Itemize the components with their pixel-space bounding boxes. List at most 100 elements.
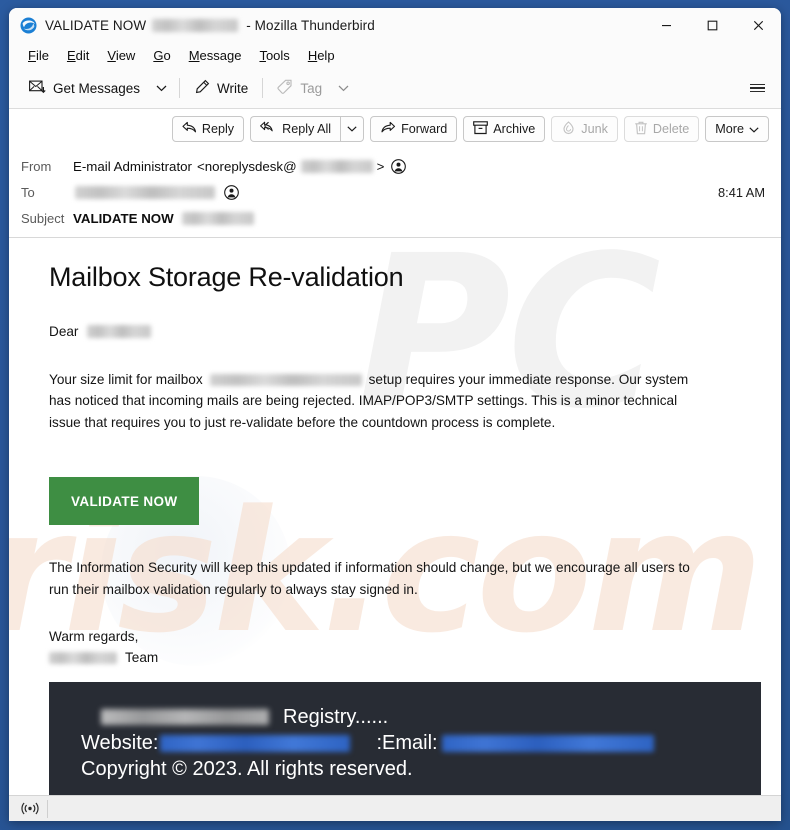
from-address-open: <noreplysdesk@ bbox=[196, 158, 297, 174]
title-bar: VALIDATE NOW - Mozilla Thunderbird bbox=[9, 8, 781, 44]
subject-redaction bbox=[181, 211, 254, 225]
maximize-button[interactable] bbox=[689, 8, 735, 44]
menu-edit-rest: dit bbox=[75, 48, 90, 63]
reply-label: Reply bbox=[201, 122, 235, 136]
tag-dropdown[interactable] bbox=[331, 80, 356, 97]
signoff-team-redaction bbox=[49, 651, 117, 664]
forward-icon bbox=[380, 121, 396, 137]
message-body: PC risk.com Mailbox Storage Re-validatio… bbox=[9, 238, 781, 795]
reply-button[interactable]: Reply bbox=[171, 116, 245, 142]
reply-all-button[interactable]: Reply All bbox=[250, 116, 341, 142]
menu-message-accesskey: M bbox=[188, 48, 200, 63]
main-toolbar: Get Messages Write Tag bbox=[9, 68, 781, 109]
menu-help-accesskey: H bbox=[307, 48, 318, 63]
footer-contact-line: Website: :Email: bbox=[81, 730, 761, 756]
from-label: From bbox=[21, 158, 52, 174]
menu-help-rest: elp bbox=[317, 48, 335, 63]
paragraph-1-mailbox-redaction bbox=[209, 373, 362, 386]
thunderbird-window: VALIDATE NOW - Mozilla Thunderbird File … bbox=[9, 8, 781, 821]
menu-go-rest: o bbox=[163, 48, 171, 63]
menu-edit[interactable]: Edit bbox=[58, 46, 98, 66]
from-value[interactable]: E-mail Administrator <noreplysdesk@ > bbox=[73, 158, 407, 174]
menu-view[interactable]: View bbox=[98, 46, 144, 66]
footer-copyright-text: Copyright © 2023. All rights reserved. bbox=[81, 758, 413, 780]
tag-label: Tag bbox=[300, 80, 323, 96]
greeting-label: Dear bbox=[49, 324, 79, 339]
menu-file[interactable]: File bbox=[19, 46, 58, 66]
paragraph-1-before: Your size limit for mailbox bbox=[49, 371, 203, 387]
footer-email-label: :Email: bbox=[376, 732, 438, 754]
subject-label: Subject bbox=[21, 210, 65, 226]
broadcast-icon[interactable] bbox=[17, 799, 43, 819]
signoff-team-suffix: Team bbox=[125, 650, 159, 665]
menu-help[interactable]: Help bbox=[299, 46, 344, 66]
status-separator bbox=[47, 799, 48, 818]
window-controls bbox=[643, 8, 781, 44]
menu-tools[interactable]: Tools bbox=[250, 46, 298, 66]
header-row-subject: Subject VALIDATE NOW bbox=[21, 205, 769, 231]
footer-website-link-redaction[interactable] bbox=[160, 734, 351, 752]
footer-registry-line: Registry...... bbox=[81, 704, 761, 730]
greeting-name-redaction bbox=[87, 325, 152, 339]
menu-file-accesskey: F bbox=[28, 48, 36, 63]
paragraph-1: Your size limit for mailbox setup require… bbox=[49, 369, 709, 434]
window-title-redaction bbox=[152, 19, 239, 32]
footer-org-redaction bbox=[101, 709, 269, 725]
from-domain-redaction bbox=[300, 159, 373, 173]
to-value[interactable] bbox=[73, 184, 239, 200]
get-messages-label: Get Messages bbox=[53, 80, 141, 96]
chevron-down-icon bbox=[749, 122, 759, 136]
add-contact-icon[interactable] bbox=[391, 158, 407, 174]
message-content: Mailbox Storage Re-validation Dear Your … bbox=[9, 238, 781, 795]
reply-all-group: Reply All bbox=[250, 116, 365, 142]
junk-button[interactable]: Junk bbox=[551, 116, 618, 142]
to-contact-icon[interactable] bbox=[224, 184, 239, 200]
footer-website-label: Website: bbox=[81, 732, 159, 754]
menu-message-rest: essage bbox=[199, 48, 242, 63]
menu-bar: File Edit View Go Message Tools Help bbox=[9, 44, 781, 68]
write-button[interactable]: Write bbox=[185, 74, 257, 103]
menu-go[interactable]: Go bbox=[144, 46, 179, 66]
footer-email-link-redaction[interactable] bbox=[441, 734, 654, 752]
menu-edit-accesskey: E bbox=[66, 48, 76, 63]
header-row-to: To 8:41 AM bbox=[21, 179, 769, 205]
thunderbird-icon bbox=[20, 17, 37, 34]
desktop-background: VALIDATE NOW - Mozilla Thunderbird File … bbox=[0, 0, 790, 830]
window-title-suffix: - Mozilla Thunderbird bbox=[246, 18, 375, 33]
get-messages-dropdown[interactable] bbox=[149, 80, 174, 97]
menu-message[interactable]: Message bbox=[180, 46, 251, 66]
reply-all-dropdown[interactable] bbox=[340, 116, 365, 142]
archive-icon bbox=[473, 120, 489, 138]
menu-file-rest: ile bbox=[35, 48, 49, 63]
app-menu-button[interactable] bbox=[742, 73, 772, 103]
get-messages-button[interactable]: Get Messages bbox=[20, 75, 149, 102]
toolbar-separator-1 bbox=[179, 78, 181, 98]
to-address-redaction bbox=[75, 185, 215, 199]
reply-icon bbox=[182, 121, 197, 137]
forward-button[interactable]: Forward bbox=[370, 116, 458, 142]
menu-go-accesskey: G bbox=[153, 48, 164, 63]
delete-button[interactable]: Delete bbox=[623, 116, 700, 142]
pencil-icon bbox=[194, 79, 210, 98]
toolbar-separator-2 bbox=[262, 78, 264, 98]
validate-now-button[interactable]: VALIDATE NOW bbox=[49, 477, 200, 525]
reply-all-label: Reply All bbox=[282, 122, 332, 136]
menu-view-rest: iew bbox=[115, 48, 136, 63]
message-headers: From E-mail Administrator <noreplysdesk@… bbox=[9, 149, 781, 238]
tag-button[interactable]: Tag bbox=[268, 74, 331, 103]
window-title: VALIDATE NOW - Mozilla Thunderbird bbox=[45, 18, 375, 33]
window-title-prefix: VALIDATE NOW bbox=[45, 18, 147, 33]
forward-label: Forward bbox=[401, 122, 448, 136]
greeting-line: Dear bbox=[49, 321, 709, 343]
minimize-button[interactable] bbox=[643, 8, 689, 44]
from-address-close: > bbox=[376, 158, 385, 174]
close-button[interactable] bbox=[735, 8, 781, 44]
trash-icon bbox=[634, 121, 648, 138]
footer-copyright-line: Copyright © 2023. All rights reserved. bbox=[81, 756, 761, 782]
status-bar bbox=[9, 795, 781, 821]
mail-footer-block: Registry...... Website: :Email: Copyrigh… bbox=[49, 682, 761, 795]
junk-icon bbox=[561, 120, 576, 138]
more-button[interactable]: More bbox=[705, 116, 769, 142]
archive-button[interactable]: Archive bbox=[463, 116, 546, 142]
subject-text: VALIDATE NOW bbox=[73, 210, 174, 226]
